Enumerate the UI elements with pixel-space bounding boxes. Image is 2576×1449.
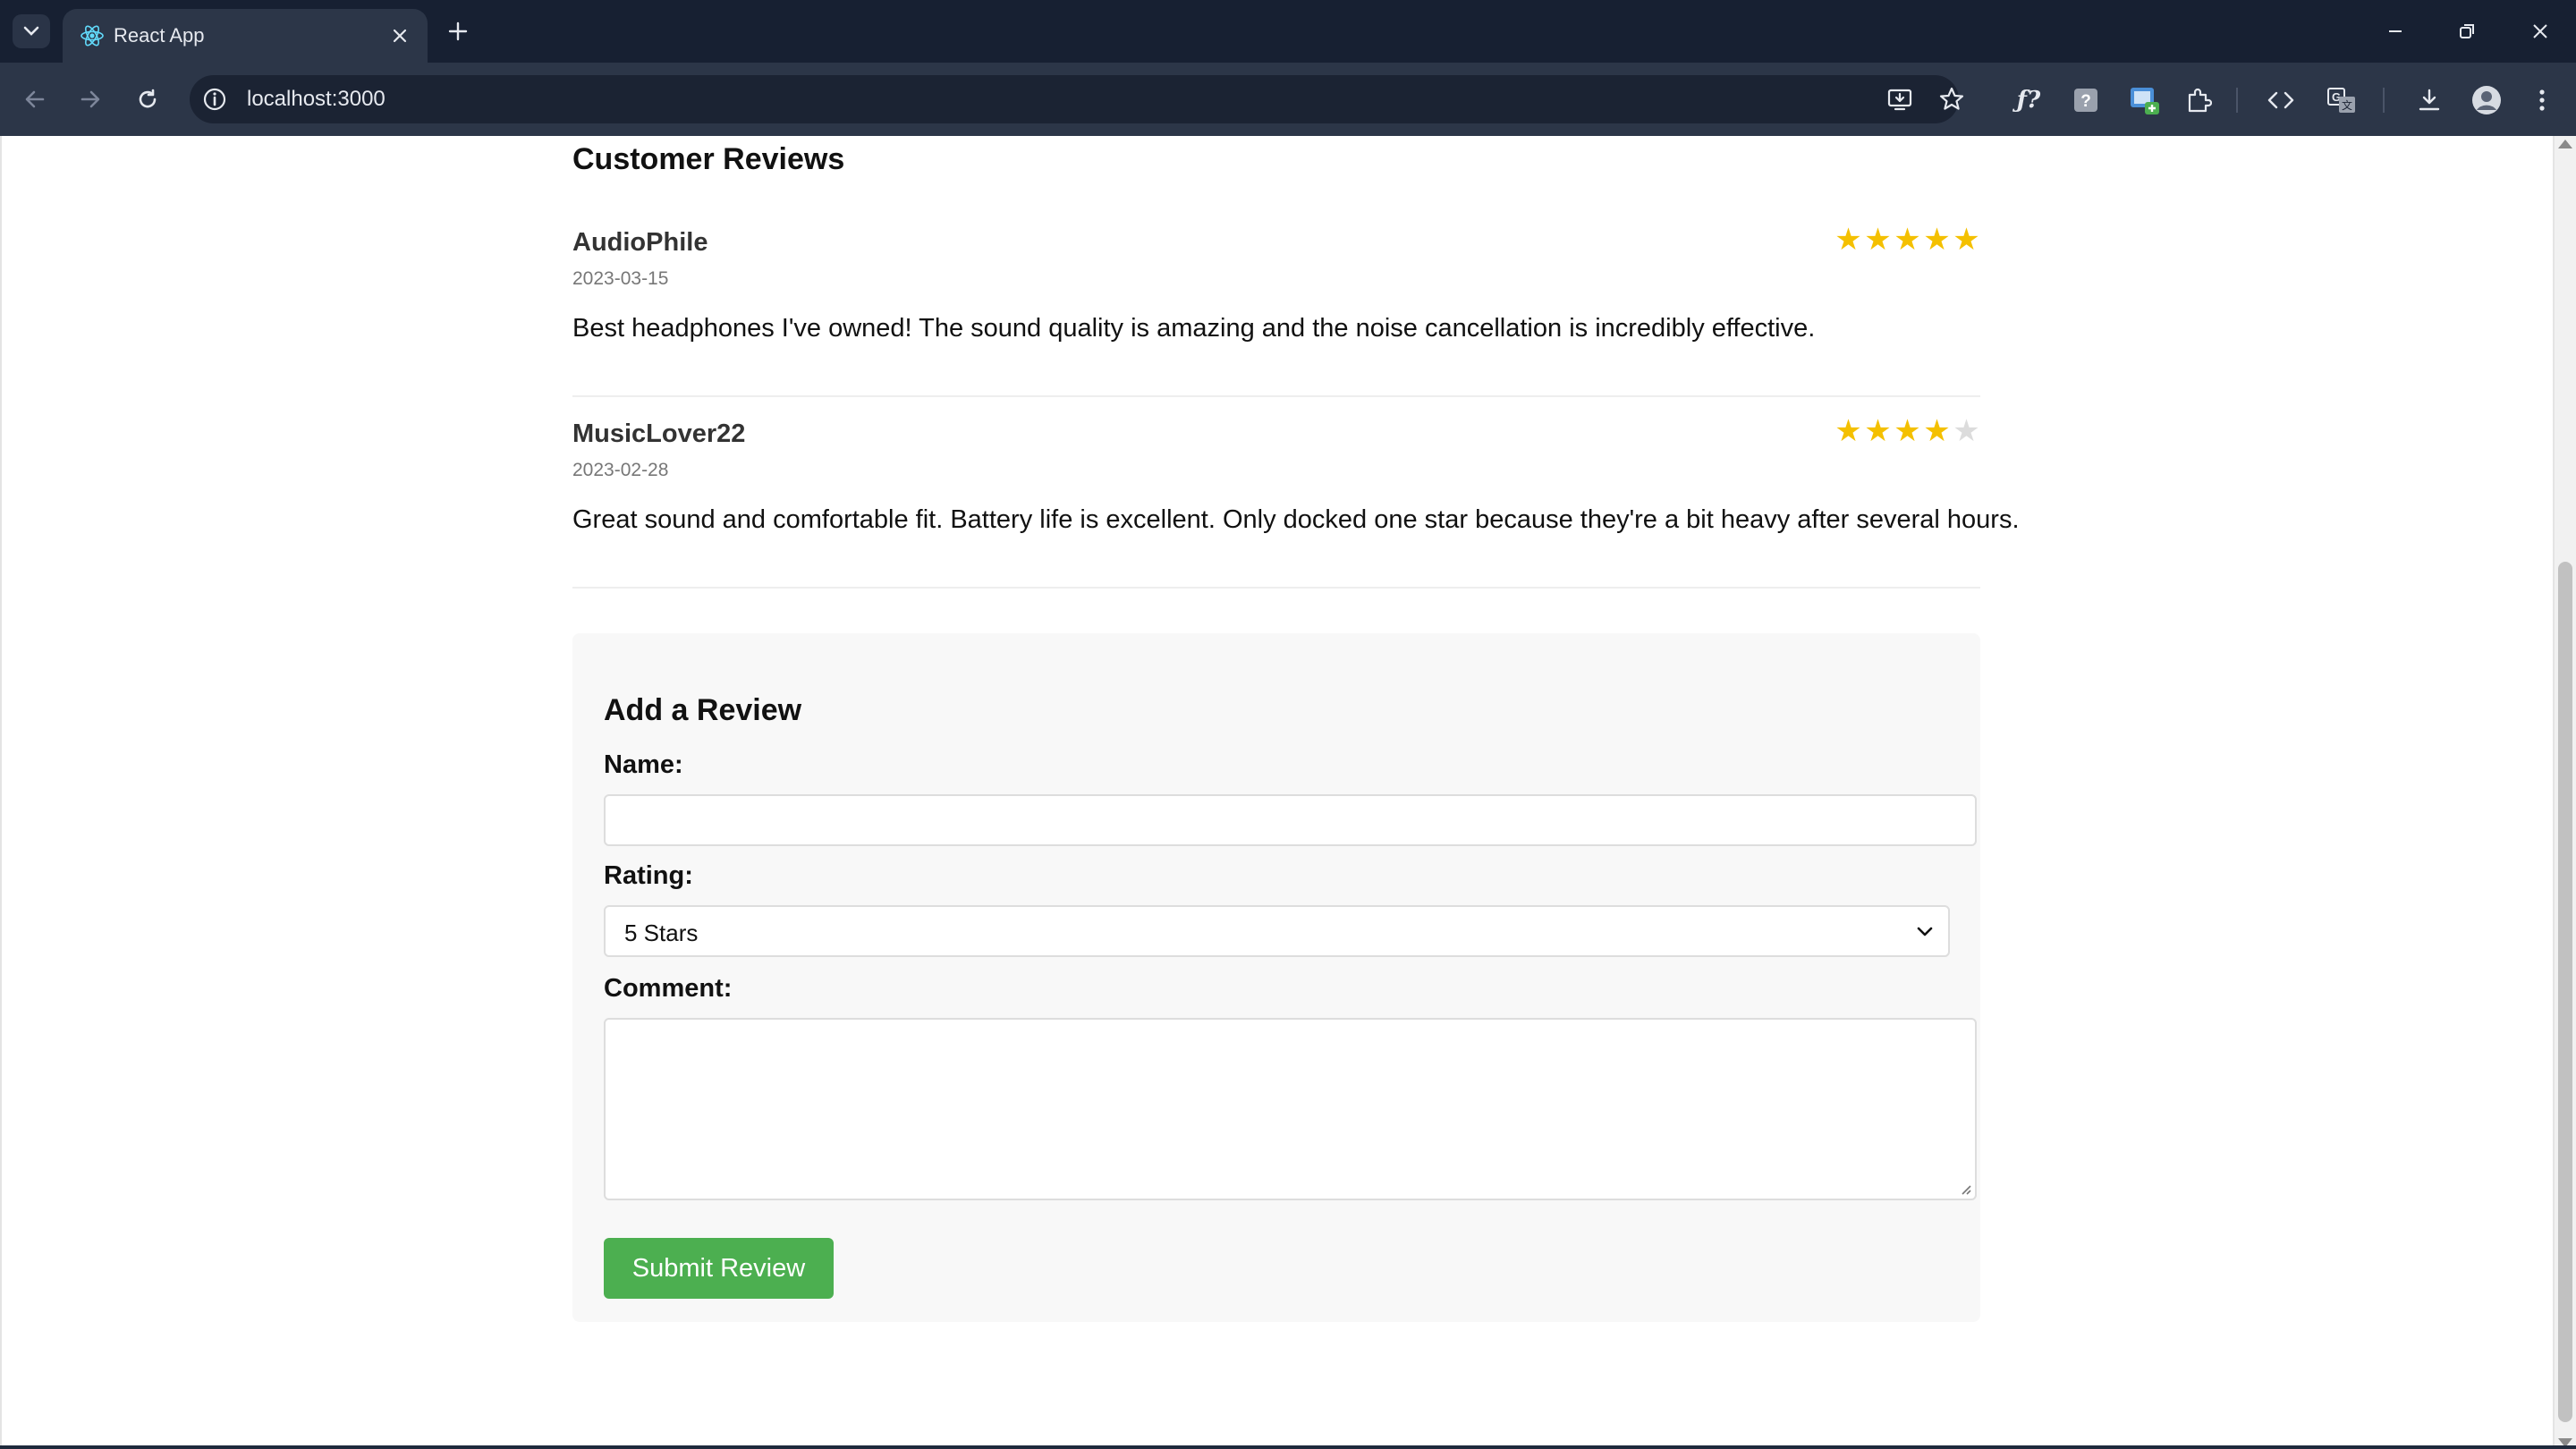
translate-icon[interactable]: G文 [2324, 82, 2360, 118]
comment-label: Comment: [604, 974, 733, 1003]
tab-react-app[interactable]: React App [63, 9, 428, 63]
profile-avatar-icon[interactable] [2469, 82, 2504, 118]
review-author: MusicLover22 [572, 419, 746, 448]
star-filled-icon: ★ [1923, 414, 1951, 448]
rating-label: Rating: [604, 861, 693, 890]
bookmark-star-icon[interactable] [1937, 85, 1966, 114]
tab-strip: React App [0, 0, 2576, 63]
add-review-form: Add a Review Name: Rating: 5 Stars Comme… [572, 633, 1980, 1322]
svg-text:文: 文 [2342, 98, 2352, 112]
restore-button[interactable] [2440, 11, 2494, 52]
extensions-puzzle-icon[interactable] [2181, 82, 2216, 118]
page-scrollbar[interactable] [2555, 136, 2576, 1449]
new-tab-button[interactable] [438, 14, 478, 48]
reviews-section-title: Customer Reviews [572, 142, 845, 176]
page-viewport: Customer Reviews AudioPhile 2023-03-15 ★… [0, 136, 2576, 1449]
comment-textarea[interactable] [604, 1018, 1977, 1200]
review-author: AudioPhile [572, 228, 708, 257]
rating-selected-value: 5 Stars [624, 919, 699, 946]
star-filled-icon: ★ [1953, 223, 1980, 257]
window-bottom-edge [0, 1445, 2576, 1449]
star-filled-icon: ★ [1864, 414, 1892, 448]
form-title: Add a Review [604, 693, 802, 727]
forward-button[interactable] [72, 80, 109, 118]
submit-review-button[interactable]: Submit Review [604, 1238, 834, 1299]
review-text: Great sound and comfortable fit. Battery… [572, 505, 2020, 534]
fx-extension-icon[interactable]: ƒ? [2011, 82, 2046, 118]
chevron-down-icon [1914, 923, 1936, 941]
review-date: 2023-02-28 [572, 460, 669, 480]
downloads-icon[interactable] [2411, 82, 2447, 118]
star-filled-icon: ★ [1835, 414, 1862, 448]
star-filled-icon: ★ [1923, 223, 1951, 257]
react-logo-icon [80, 25, 104, 47]
rating-select[interactable]: 5 Stars [604, 905, 1950, 957]
devtools-code-icon[interactable] [2263, 82, 2299, 118]
menu-kebab-icon[interactable] [2524, 82, 2560, 118]
star-filled-icon: ★ [1894, 223, 1921, 257]
review-rating-stars: ★ ★ ★ ★ ★ [1835, 223, 1980, 257]
reload-button[interactable] [129, 80, 166, 118]
minimize-button[interactable] [2368, 11, 2422, 52]
review-text: Best headphones I've owned! The sound qu… [572, 314, 1816, 343]
tab-close-button[interactable] [386, 22, 413, 49]
svg-text:?: ? [2080, 92, 2091, 111]
address-bar[interactable]: localhost:3000 [190, 75, 1964, 123]
review-date: 2023-03-15 [572, 268, 669, 289]
reload-icon [139, 89, 157, 108]
restore-icon [2460, 24, 2474, 38]
review-rating-stars: ★ ★ ★ ★ ★ [1835, 414, 1980, 448]
install-app-icon[interactable] [1885, 85, 1914, 114]
browser-toolbar: localhost:3000 ƒ? ? G文 [0, 63, 2576, 136]
review-item: AudioPhile 2023-03-15 ★ ★ ★ ★ ★ Best hea… [572, 223, 1980, 397]
arrow-left-icon [25, 90, 45, 108]
close-icon [393, 29, 407, 43]
arrow-right-icon [80, 90, 100, 108]
back-button[interactable] [16, 80, 54, 118]
star-filled-icon: ★ [1894, 414, 1921, 448]
url-text[interactable]: localhost:3000 [247, 88, 386, 111]
name-label: Name: [604, 750, 683, 779]
close-window-button[interactable] [2513, 11, 2567, 52]
chevron-down-icon [23, 26, 39, 36]
site-info-icon[interactable] [200, 85, 229, 114]
review-item: MusicLover22 2023-02-28 ★ ★ ★ ★ ★ Great … [572, 414, 2020, 589]
star-empty-icon: ★ [1953, 414, 1980, 448]
star-filled-icon: ★ [1835, 223, 1862, 257]
scroll-up-arrow-icon[interactable] [2558, 140, 2572, 148]
name-input[interactable] [604, 794, 1977, 846]
help-extension-icon[interactable]: ? [2068, 82, 2104, 118]
tab-search-button[interactable] [13, 14, 50, 48]
close-window-icon [2533, 24, 2547, 38]
plus-icon [448, 21, 468, 41]
tab-title: React App [114, 24, 205, 47]
resize-handle-icon[interactable] [1959, 1182, 1971, 1195]
star-filled-icon: ★ [1864, 223, 1892, 257]
image-extension-icon[interactable] [2127, 82, 2163, 118]
scrollbar-thumb[interactable] [2558, 562, 2572, 1422]
minimize-icon [2389, 30, 2402, 32]
browser-window: React App localhost:3000 ƒ? ? G 文 Custom… [0, 0, 2576, 1449]
